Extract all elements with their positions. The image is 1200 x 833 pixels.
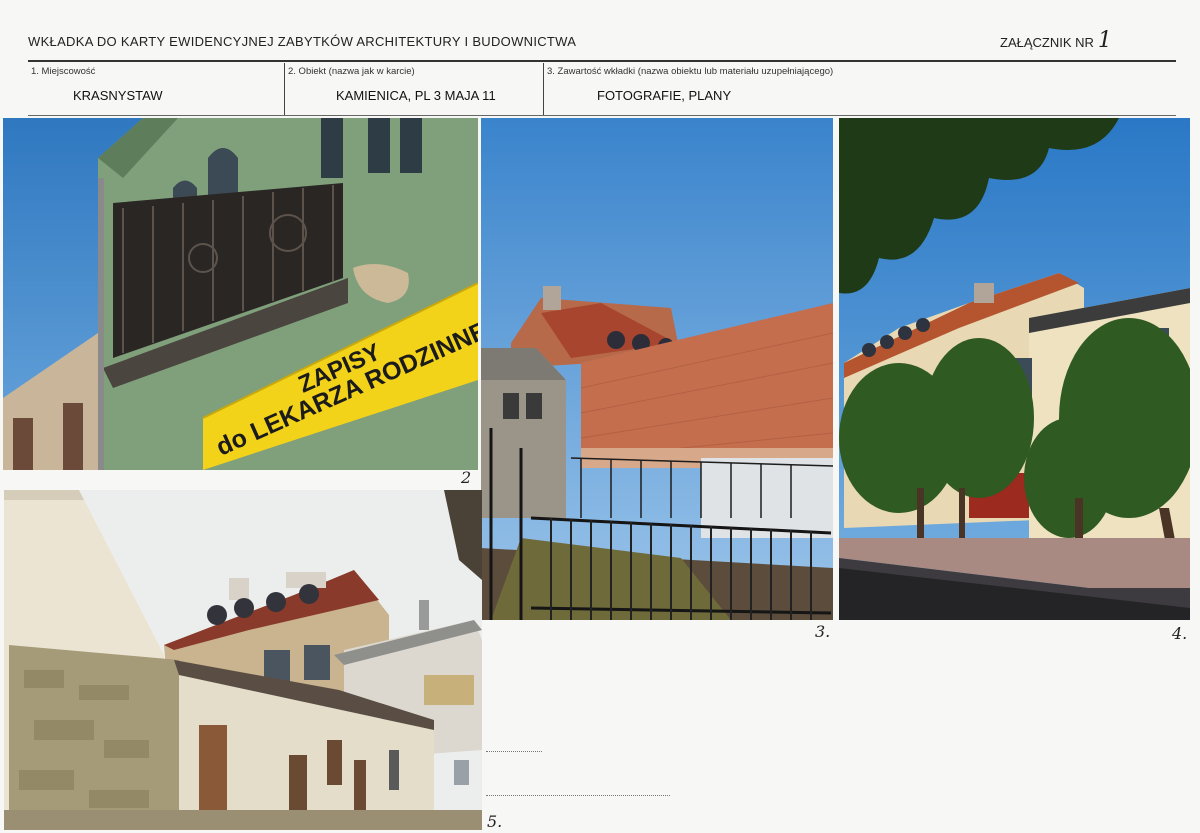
field-contents-label: 3. Zawartość wkładki (nazwa obiektu lub … (547, 66, 834, 77)
caption-dotted-line (486, 751, 542, 752)
field-object-value: KAMIENICA, PL 3 MAJA 11 (336, 88, 496, 103)
photo-number-3: 3. (815, 622, 831, 641)
photo-old-walls-image (4, 490, 482, 830)
photo-number-2: 2 (461, 468, 472, 487)
sheet-title: WKŁADKA DO KARTY EWIDENCYJNEJ ZABYTKÓW A… (28, 34, 577, 49)
field-contents: 3. Zawartość wkładki (nazwa obiektu lub … (544, 63, 1176, 115)
photo-balcony-facade: ZAPISY do LEKARZA RODZINNEGO (3, 118, 478, 470)
caption-dotted-line (486, 795, 670, 796)
field-object: 2. Obiekt (nazwa jak w karcie) KAMIENICA… (285, 63, 544, 115)
photo-number-5: 5. (487, 812, 503, 831)
photo-street-trees-image (839, 118, 1190, 620)
photo-street-trees (839, 118, 1190, 620)
photo-number-4: 4. (1172, 624, 1188, 643)
annex-label: ZAŁĄCZNIK NR 1 (1000, 28, 1112, 53)
inventory-sheet: WKŁADKA DO KARTY EWIDENCYJNEJ ZABYTKÓW A… (0, 0, 1200, 833)
annex-label-text: ZAŁĄCZNIK NR (1000, 35, 1094, 50)
photo-old-walls (4, 490, 482, 830)
header-rule (28, 60, 1176, 62)
field-location-label: 1. Miejscowość (31, 66, 96, 77)
photo-brick-wall-image (481, 118, 833, 620)
field-location: 1. Miejscowość KRASNYSTAW (28, 63, 285, 115)
field-location-value: KRASNYSTAW (73, 88, 163, 103)
annex-number: 1 (1097, 28, 1112, 53)
photo-balcony-facade-image: ZAPISY do LEKARZA RODZINNEGO (3, 118, 478, 470)
field-object-label: 2. Obiekt (nazwa jak w karcie) (288, 66, 415, 77)
photo-brick-wall (481, 118, 833, 620)
fields-rule (28, 115, 1176, 116)
field-contents-value: FOTOGRAFIE, PLANY (597, 88, 732, 103)
